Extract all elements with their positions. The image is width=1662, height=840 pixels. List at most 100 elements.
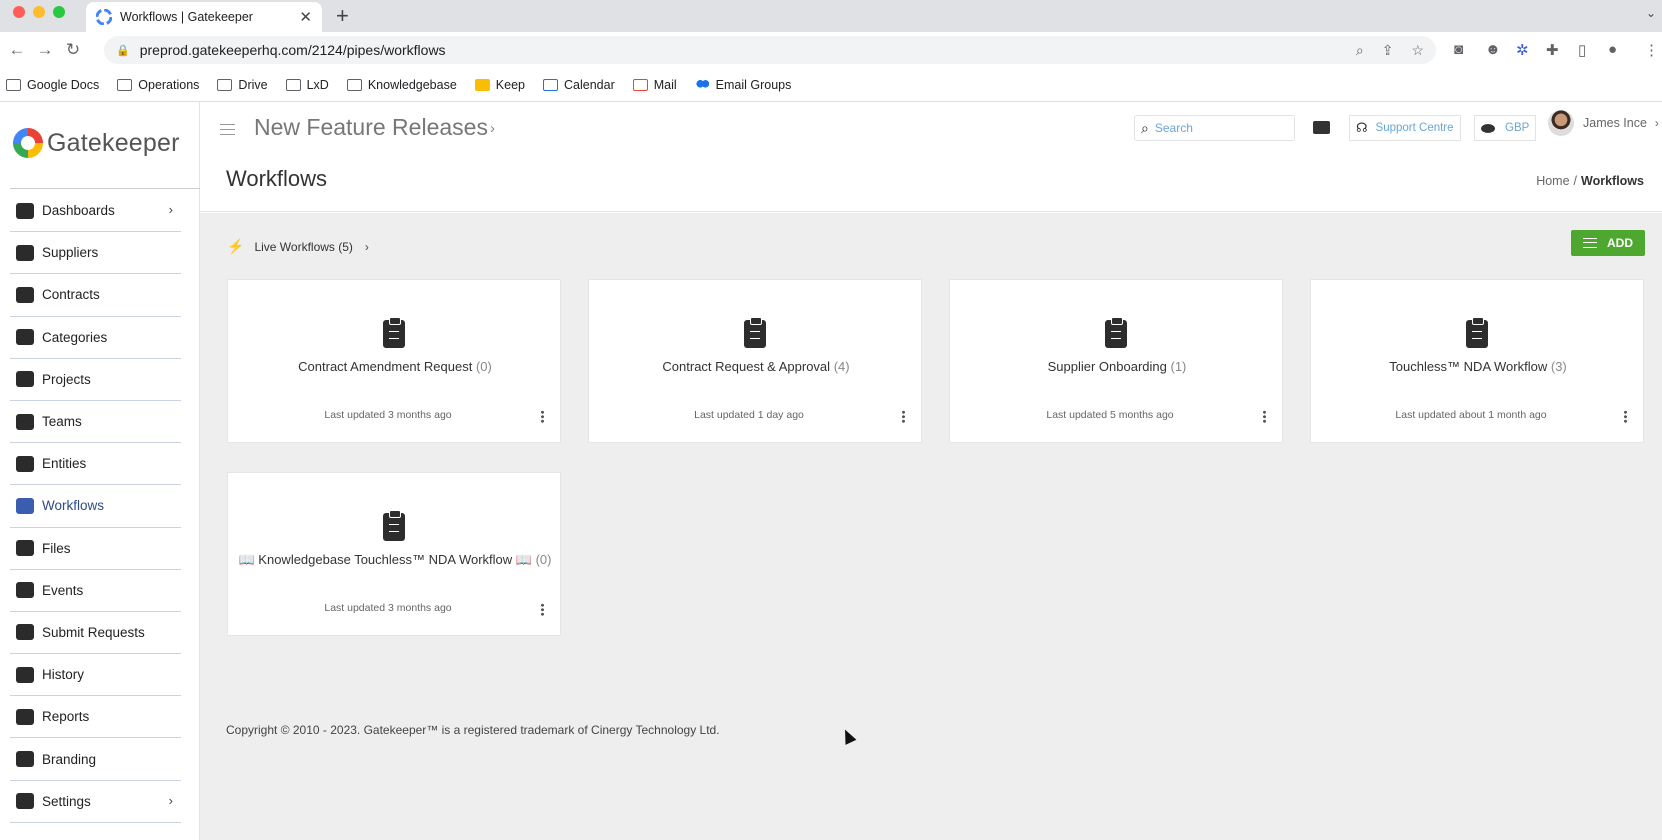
bookmark-mail[interactable]: Mail [632, 78, 677, 92]
groups-icon [694, 78, 710, 91]
profile-avatar-icon[interactable]: ● [1608, 41, 1617, 58]
mouse-cursor-icon [839, 727, 857, 745]
gear-icon [16, 793, 34, 810]
breadcrumb-home[interactable]: Home [1536, 174, 1569, 188]
sidebar-item-categories[interactable]: Categories [10, 317, 181, 359]
bookmark-star-icon[interactable]: ☆ [1411, 42, 1424, 59]
headset-icon: ☊ [1356, 120, 1368, 135]
browser-tab[interactable]: Workflows | Gatekeeper ✕ [86, 2, 322, 32]
gatekeeper-logo[interactable]: Gatekeeper [13, 128, 180, 158]
chevron-right-icon: › [1654, 116, 1659, 130]
sidebar-item-entities[interactable]: Entities [10, 443, 181, 486]
workflow-card[interactable]: Contract Amendment Request (0) Last upda… [227, 279, 561, 443]
clipboard-icon [383, 317, 405, 348]
projects-icon [16, 371, 34, 388]
project-selector[interactable]: New Feature Releases [254, 114, 488, 141]
breadcrumb: Home / Workflows [1536, 174, 1644, 188]
bookmarks-bar: Google Docs Operations Drive LxD Knowled… [0, 68, 1662, 102]
face-extension-icon[interactable]: ☻ [1485, 41, 1501, 58]
bank-icon [16, 455, 34, 472]
checklist-icon [16, 624, 34, 641]
sidebar-item-submit-requests[interactable]: Submit Requests [10, 612, 181, 655]
close-window-button[interactable] [13, 6, 25, 18]
reload-icon[interactable]: ↻ [62, 40, 84, 60]
more-options-icon[interactable] [1624, 410, 1627, 423]
copyright-footer: Copyright © 2010 - 2023. Gatekeeper™ is … [226, 723, 720, 737]
address-bar[interactable]: 🔒 preprod.gatekeeperhq.com/2124/pipes/wo… [104, 36, 1436, 64]
side-panel-icon[interactable]: ▯ [1578, 41, 1586, 59]
search-input[interactable] [1154, 121, 1275, 135]
sidebar-item-reports[interactable]: Reports [10, 696, 181, 739]
share-icon[interactable]: ⇪ [1382, 42, 1394, 59]
gear-extension-icon[interactable]: ✲ [1516, 41, 1529, 59]
workflow-card[interactable]: Supplier Onboarding (1) Last updated 5 m… [949, 279, 1283, 443]
live-workflows-toggle[interactable]: ⚡ Live Workflows (5) › [227, 238, 369, 255]
more-options-icon[interactable] [1263, 410, 1266, 423]
search-box[interactable]: ⌕ [1134, 115, 1295, 141]
envelope-icon[interactable] [1313, 121, 1330, 134]
sidebar-item-history[interactable]: History [10, 654, 181, 697]
currency-selector[interactable]: GBP [1474, 115, 1537, 141]
workflow-title: 📖 Knowledgebase Touchless™ NDA Workflow … [238, 552, 552, 567]
app-topbar: New Feature Releases › ⌕ ☊ Support Centr… [200, 102, 1662, 158]
user-menu[interactable]: James Ince › [1548, 110, 1659, 136]
bookmark-keep[interactable]: Keep [474, 78, 525, 92]
sidebar-item-workflows[interactable]: Workflows [10, 485, 181, 528]
close-tab-icon[interactable]: ✕ [299, 8, 312, 26]
forward-icon[interactable]: → [34, 40, 56, 60]
tab-title: Workflows | Gatekeeper [120, 10, 253, 24]
workflow-title: Supplier Onboarding (1) [1047, 359, 1187, 374]
bookmark-google-docs[interactable]: Google Docs [6, 78, 99, 92]
more-options-icon[interactable] [541, 603, 544, 616]
workflow-updated: Last updated 3 months ago [324, 409, 452, 421]
chevron-right-icon: › [364, 239, 369, 254]
workflow-card[interactable]: 📖 Knowledgebase Touchless™ NDA Workflow … [227, 472, 561, 636]
bookmark-knowledgebase[interactable]: Knowledgebase [346, 78, 457, 92]
add-workflow-button[interactable]: ADD [1571, 230, 1645, 256]
tab-search-icon[interactable]: ⌄ [1646, 6, 1656, 20]
bookmark-operations[interactable]: Operations [117, 78, 199, 92]
sidebar-item-settings[interactable]: Settings › [10, 781, 181, 823]
folder-icon [285, 78, 301, 91]
workflow-updated: Last updated 3 months ago [324, 602, 452, 614]
more-options-icon[interactable] [902, 410, 905, 423]
bookmark-email-groups[interactable]: Email Groups [694, 78, 791, 92]
maximize-window-button[interactable] [53, 6, 65, 18]
chevron-right-icon: › [168, 202, 173, 217]
sidebar-item-dashboards[interactable]: Dashboards › [10, 190, 181, 233]
teams-icon [16, 413, 34, 430]
chrome-menu-icon[interactable]: ⋮ [1644, 41, 1659, 59]
camera-extension-icon[interactable]: ◙ [1454, 41, 1463, 58]
more-options-icon[interactable] [541, 410, 544, 423]
sidebar-item-branding[interactable]: Branding [10, 738, 181, 781]
bookmark-drive[interactable]: Drive [217, 78, 268, 92]
chevron-right-icon[interactable]: › [490, 120, 495, 137]
puzzle-icon[interactable]: ✚ [1546, 41, 1559, 59]
clipboard-icon [1466, 317, 1488, 348]
url-text[interactable]: preprod.gatekeeperhq.com/2124/pipes/work… [140, 42, 1338, 58]
bookmark-lxd[interactable]: LxD [285, 78, 329, 92]
minimize-window-button[interactable] [33, 6, 45, 18]
coins-icon [1481, 123, 1495, 133]
supplier-icon [16, 244, 34, 261]
gatekeeper-logo-icon [13, 128, 43, 158]
sidebar-item-projects[interactable]: Projects [10, 359, 181, 401]
back-icon[interactable]: ← [6, 40, 28, 60]
clipboard-icon [744, 317, 766, 348]
breadcrumb-current: Workflows [1581, 174, 1644, 188]
calendar-icon [16, 582, 34, 599]
new-tab-button[interactable]: + [336, 3, 349, 29]
support-centre-button[interactable]: ☊ Support Centre [1349, 115, 1461, 141]
sidebar-item-suppliers[interactable]: Suppliers [10, 232, 181, 275]
bookmark-calendar[interactable]: Calendar [543, 78, 615, 92]
sidebar-item-events[interactable]: Events [10, 570, 181, 612]
sidebar-item-teams[interactable]: Teams [10, 401, 181, 444]
avatar [1548, 110, 1574, 136]
workflow-card[interactable]: Touchless™ NDA Workflow (3) Last updated… [1310, 279, 1644, 443]
sidebar-item-files[interactable]: Files [10, 528, 181, 570]
page-header: Workflows Home / Workflows [200, 158, 1662, 212]
workflow-card[interactable]: Contract Request & Approval (4) Last upd… [588, 279, 922, 443]
sidebar-item-contracts[interactable]: Contracts [10, 274, 181, 317]
hamburger-menu-icon[interactable] [220, 124, 235, 135]
zoom-icon[interactable]: ⌕ [1356, 42, 1364, 59]
